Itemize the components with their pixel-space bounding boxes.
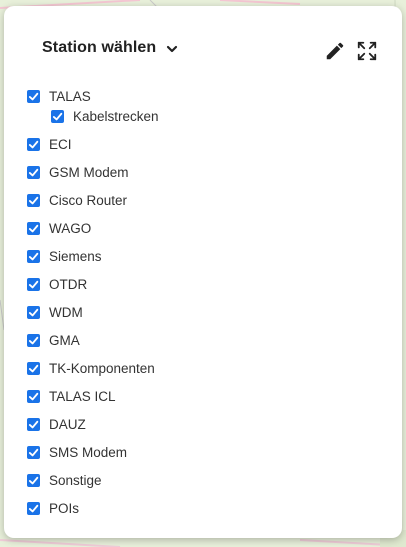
checkmark-icon xyxy=(28,504,39,512)
layer-checkbox[interactable] xyxy=(27,249,40,263)
layer-checkbox[interactable] xyxy=(27,137,40,151)
layer-checkbox[interactable] xyxy=(27,305,40,319)
layer-checkbox[interactable] xyxy=(27,89,40,103)
layer-item[interactable]: WDM xyxy=(27,303,83,321)
checkmark-icon xyxy=(28,168,39,176)
layer-label: SMS Modem xyxy=(49,444,128,460)
layer-checkbox[interactable] xyxy=(27,389,40,403)
layer-checkbox[interactable] xyxy=(27,501,40,515)
checkmark-icon xyxy=(28,476,39,484)
checkmark-icon xyxy=(52,112,63,120)
station-select-dropdown[interactable]: Station wählen xyxy=(42,39,178,57)
layer-item[interactable]: Cisco Router xyxy=(27,191,127,209)
layer-item[interactable]: GMA xyxy=(27,331,80,349)
layer-checkbox[interactable] xyxy=(27,193,40,207)
checkmark-icon xyxy=(28,92,39,100)
layer-checkbox[interactable] xyxy=(27,221,40,235)
checkmark-icon xyxy=(28,224,39,232)
layer-label: ECI xyxy=(49,136,72,152)
layer-item[interactable]: TALAS ICL xyxy=(27,387,116,405)
checkmark-icon xyxy=(28,252,39,260)
checkmark-icon xyxy=(28,392,39,400)
layer-label: POIs xyxy=(49,500,80,516)
checkmark-icon xyxy=(28,448,39,456)
layer-item[interactable]: GSM Modem xyxy=(27,163,129,181)
layer-checkbox[interactable] xyxy=(27,333,40,347)
chevron-down-icon xyxy=(166,42,178,54)
checkmark-icon xyxy=(28,140,39,148)
expand-icon[interactable] xyxy=(356,40,378,62)
layer-item[interactable]: TALAS xyxy=(27,87,91,105)
layer-label: Cisco Router xyxy=(49,192,128,208)
layer-panel: Station wählen TALAS Kabelstrecken ECI GSM … xyxy=(4,6,402,538)
layer-checkbox[interactable] xyxy=(27,417,40,431)
layer-item[interactable]: SMS Modem xyxy=(27,443,127,461)
panel-header: Station wählen xyxy=(4,6,402,66)
layer-checkbox[interactable] xyxy=(27,277,40,291)
layer-label: WDM xyxy=(49,304,83,320)
layer-label: TK-Komponenten xyxy=(49,360,155,376)
layer-item[interactable]: DAUZ xyxy=(27,415,86,433)
checkmark-icon xyxy=(28,364,39,372)
layer-checkbox[interactable] xyxy=(51,109,64,123)
layer-label: TALAS xyxy=(49,88,91,104)
station-select-label: Station wählen xyxy=(42,39,157,56)
layer-item[interactable]: WAGO xyxy=(27,219,91,237)
layer-checkbox[interactable] xyxy=(27,361,40,375)
checkmark-icon xyxy=(28,336,39,344)
layer-checkbox[interactable] xyxy=(27,445,40,459)
layer-label: DAUZ xyxy=(49,416,86,432)
layer-item[interactable]: ECI xyxy=(27,135,72,153)
layer-item[interactable]: Sonstige xyxy=(27,471,102,489)
layer-label: Siemens xyxy=(49,248,102,264)
layer-item[interactable]: TK-Komponenten xyxy=(27,359,155,377)
layer-checkbox[interactable] xyxy=(27,165,40,179)
checkmark-icon xyxy=(28,308,39,316)
checkmark-icon xyxy=(28,420,39,428)
layer-label: OTDR xyxy=(49,276,88,292)
layer-checkbox[interactable] xyxy=(27,473,40,487)
layer-item[interactable]: POIs xyxy=(27,499,79,517)
layer-item[interactable]: Kabelstrecken xyxy=(51,107,159,125)
layer-label: WAGO xyxy=(49,220,92,236)
layer-item[interactable]: OTDR xyxy=(27,275,87,293)
checkmark-icon xyxy=(28,196,39,204)
layer-label: Kabelstrecken xyxy=(73,108,159,124)
layer-item[interactable]: Siemens xyxy=(27,247,102,265)
layer-label: TALAS ICL xyxy=(49,388,116,404)
layer-label: Sonstige xyxy=(49,472,102,488)
pencil-icon[interactable] xyxy=(324,40,346,62)
checkmark-icon xyxy=(28,280,39,288)
layer-label: GMA xyxy=(49,332,80,348)
layer-label: GSM Modem xyxy=(49,164,129,180)
